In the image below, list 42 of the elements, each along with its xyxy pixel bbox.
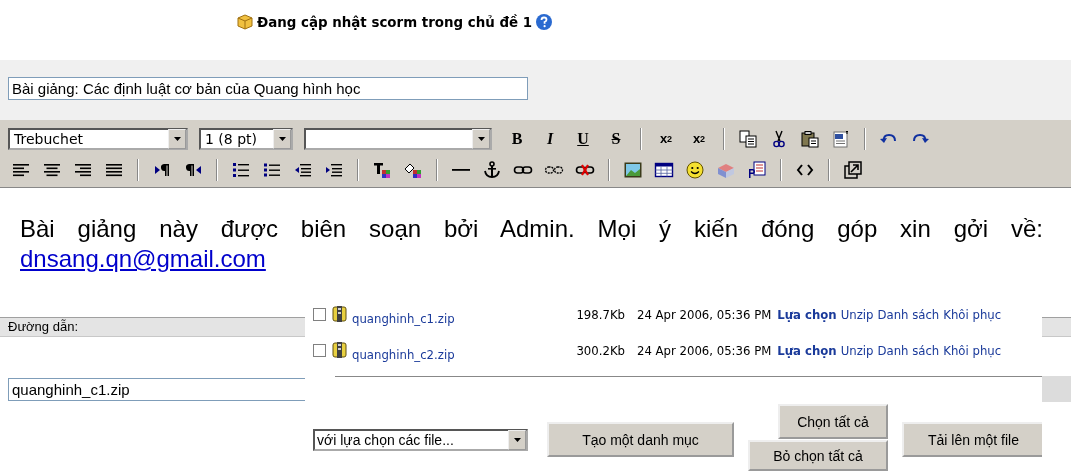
email-link[interactable]: dnsang.qn@gmail.com — [20, 245, 266, 272]
file-date: 24 Apr 2006, 05:36 PM — [637, 342, 772, 358]
fullscreen-icon[interactable] — [843, 159, 863, 180]
document-icon[interactable] — [747, 159, 767, 180]
zip-file-icon — [332, 305, 348, 323]
bulk-action-select[interactable]: với lựa chọn các file... — [313, 429, 528, 451]
anchor-icon[interactable] — [482, 159, 502, 180]
zip-file-icon — [332, 341, 348, 359]
size-select[interactable]: 1 (8 pt) — [199, 127, 293, 150]
path-field[interactable]: quanghinh_c1.zip — [8, 377, 308, 401]
name-field[interactable]: Bài giảng: Các định luật cơ bản của Quang hình học — [8, 77, 528, 100]
bold-button[interactable]: B — [506, 127, 528, 150]
caret-icon[interactable] — [477, 136, 485, 141]
help-icon[interactable] — [535, 13, 554, 31]
caret-icon[interactable] — [513, 438, 521, 442]
strikethrough-button[interactable]: S — [605, 127, 627, 150]
editor-paragraph: Bài giảng này được biên soạn bởi Admin. Mọi ý kiến đóng góp xin gởi về: dnsang.qn@gmail.com — [20, 214, 1043, 274]
upload-button[interactable]: Tải lên một file — [902, 422, 1042, 457]
package-icon — [236, 13, 254, 31]
file-checkbox[interactable] — [313, 343, 326, 357]
caret-icon[interactable] — [173, 136, 181, 141]
copy-icon[interactable] — [738, 128, 758, 149]
file-action-link[interactable]: Unzip — [840, 342, 874, 358]
format-select[interactable] — [304, 127, 492, 150]
file-action-link[interactable]: Danh sách — [877, 342, 940, 358]
caret-icon[interactable] — [278, 136, 286, 141]
superscript-button[interactable]: x$^{2}$ — [688, 127, 710, 150]
underline-button[interactable]: U — [572, 127, 594, 150]
deselect-all-button[interactable]: Bỏ chọn tất cả — [748, 440, 888, 471]
select-all-button[interactable]: Chọn tất cả — [778, 404, 888, 439]
new-folder-button[interactable]: Tạo một danh mục — [547, 422, 734, 457]
clipboard-icon[interactable] — [800, 128, 820, 149]
file-action-link[interactable]: Khôi phục — [943, 342, 1002, 358]
file-size: 300.2Kb — [575, 342, 625, 358]
font-select[interactable]: Trebuchet — [8, 127, 188, 150]
word-document-icon[interactable] — [831, 128, 851, 149]
page-title: Đang cập nhật scorm trong chủ đề 1 — [257, 14, 533, 30]
file-action-link[interactable]: Lựa chọn — [777, 342, 837, 358]
smiley-icon[interactable] — [685, 159, 705, 180]
italic-button[interactable]: I — [539, 127, 561, 150]
file-checkbox[interactable] — [313, 307, 326, 321]
file-link[interactable]: quanghinh_c2.zip — [352, 338, 502, 362]
